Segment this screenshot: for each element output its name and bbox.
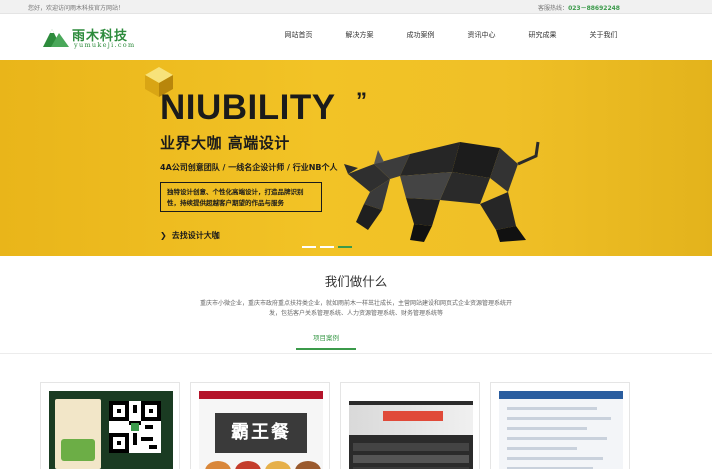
- case-promo-graphic: 霸王餐: [215, 413, 307, 453]
- banner-cta-label: 去找设计大咖: [171, 231, 220, 240]
- main-nav: 网站首页 解决方案 成功案例 资讯中心 研究成果 关于我们: [268, 14, 634, 60]
- case-card[interactable]: [340, 382, 480, 469]
- banner-cta-link[interactable]: ❯ 去找设计大咖: [160, 230, 220, 241]
- case-card[interactable]: [40, 382, 180, 469]
- case-thumbnail: [499, 391, 623, 469]
- logo-domain: yumukeji.com: [74, 41, 136, 49]
- case-phone-screenshot: [55, 399, 101, 469]
- banner-subheadline: 业界大咖 高端设计: [160, 134, 290, 152]
- slider-dot[interactable]: [320, 246, 334, 248]
- slider-dot[interactable]: [302, 246, 316, 248]
- section-description: 重庆市小微企业，重庆市政府重点扶持类企业，就如雨前木一样茁壮成长，主营网站建设和…: [200, 300, 513, 317]
- top-bar: 您好，欢迎访问雨木科技官方网站！ 客服热线：023－88692248: [0, 0, 712, 14]
- hotline-label: 客服热线：023－88692248: [538, 5, 620, 12]
- case-thumbnail: [49, 391, 173, 469]
- banner-headline: NIUBILITY: [160, 88, 336, 127]
- banner-quote-mark: ”: [356, 88, 367, 113]
- tab-project-cases[interactable]: 项目案例: [296, 332, 356, 350]
- hotline-phone: 023－88692248: [568, 5, 620, 12]
- hero-banner[interactable]: NIUBILITY ” 业界大咖 高端设计 4A公司创意团队 / 一线名企设计师…: [0, 60, 712, 256]
- section-title: 我们做什么: [324, 274, 388, 289]
- nav-item-cases[interactable]: 成功案例: [390, 14, 451, 60]
- case-card[interactable]: [490, 382, 630, 469]
- slider-dot-active[interactable]: [338, 246, 352, 248]
- bull-illustration-icon: [344, 141, 540, 242]
- nav-item-solutions[interactable]: 解决方案: [329, 14, 390, 60]
- slider-dots: [302, 246, 352, 248]
- case-card[interactable]: 霸王餐: [190, 382, 330, 469]
- nav-item-about[interactable]: 关于我们: [573, 14, 634, 60]
- section-divider: [0, 353, 712, 354]
- nav-item-research[interactable]: 研究成果: [512, 14, 573, 60]
- banner-description-box: 独特设计创意、个性化高端设计，打造品牌识别性，持续提供超越客户期望的作品与服务: [160, 182, 322, 212]
- banner-tagline: 4A公司创意团队 / 一线名企设计师 / 行业NB个人: [160, 163, 338, 172]
- site-logo[interactable]: 雨木科技 yumukeji.com: [42, 24, 162, 54]
- welcome-text: 您好，欢迎访问雨木科技官方网站！: [28, 5, 125, 12]
- nav-item-home[interactable]: 网站首页: [268, 14, 329, 60]
- site-header: 雨木科技 yumukeji.com 网站首页 解决方案 成功案例 资讯中心 研究…: [0, 14, 712, 60]
- chevron-right-icon: ❯: [160, 231, 167, 240]
- case-thumbnail: 霸王餐: [199, 391, 323, 469]
- qr-code-icon: [109, 401, 161, 453]
- logo-mountain-icon: [43, 29, 69, 47]
- nav-item-news[interactable]: 资讯中心: [451, 14, 512, 60]
- case-thumbnail: [349, 391, 473, 469]
